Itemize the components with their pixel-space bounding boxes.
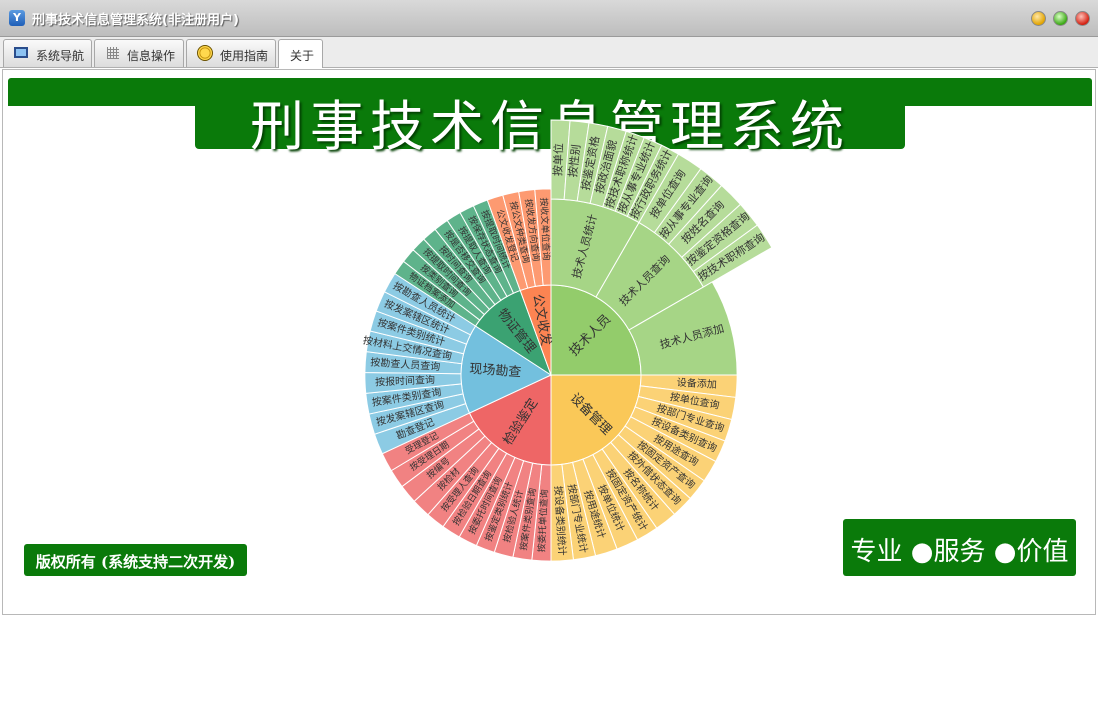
app-window: Y 刑事技术信息管理系统(非注册用户) 系统导航 信息操作 使用指南 关于 刑事… [0,0,1098,617]
slogan-text: 专业 ●服务 ●价值 [850,537,1069,567]
copyright-text: 版权所有 (系统支持二次开发) [35,553,236,571]
slogan-badge: 专业 ●服务 ●价值 [843,519,1076,576]
sunburst-subitem-label: 按单位 [550,143,565,177]
copyright-badge: 版权所有 (系统支持二次开发) [24,544,247,576]
